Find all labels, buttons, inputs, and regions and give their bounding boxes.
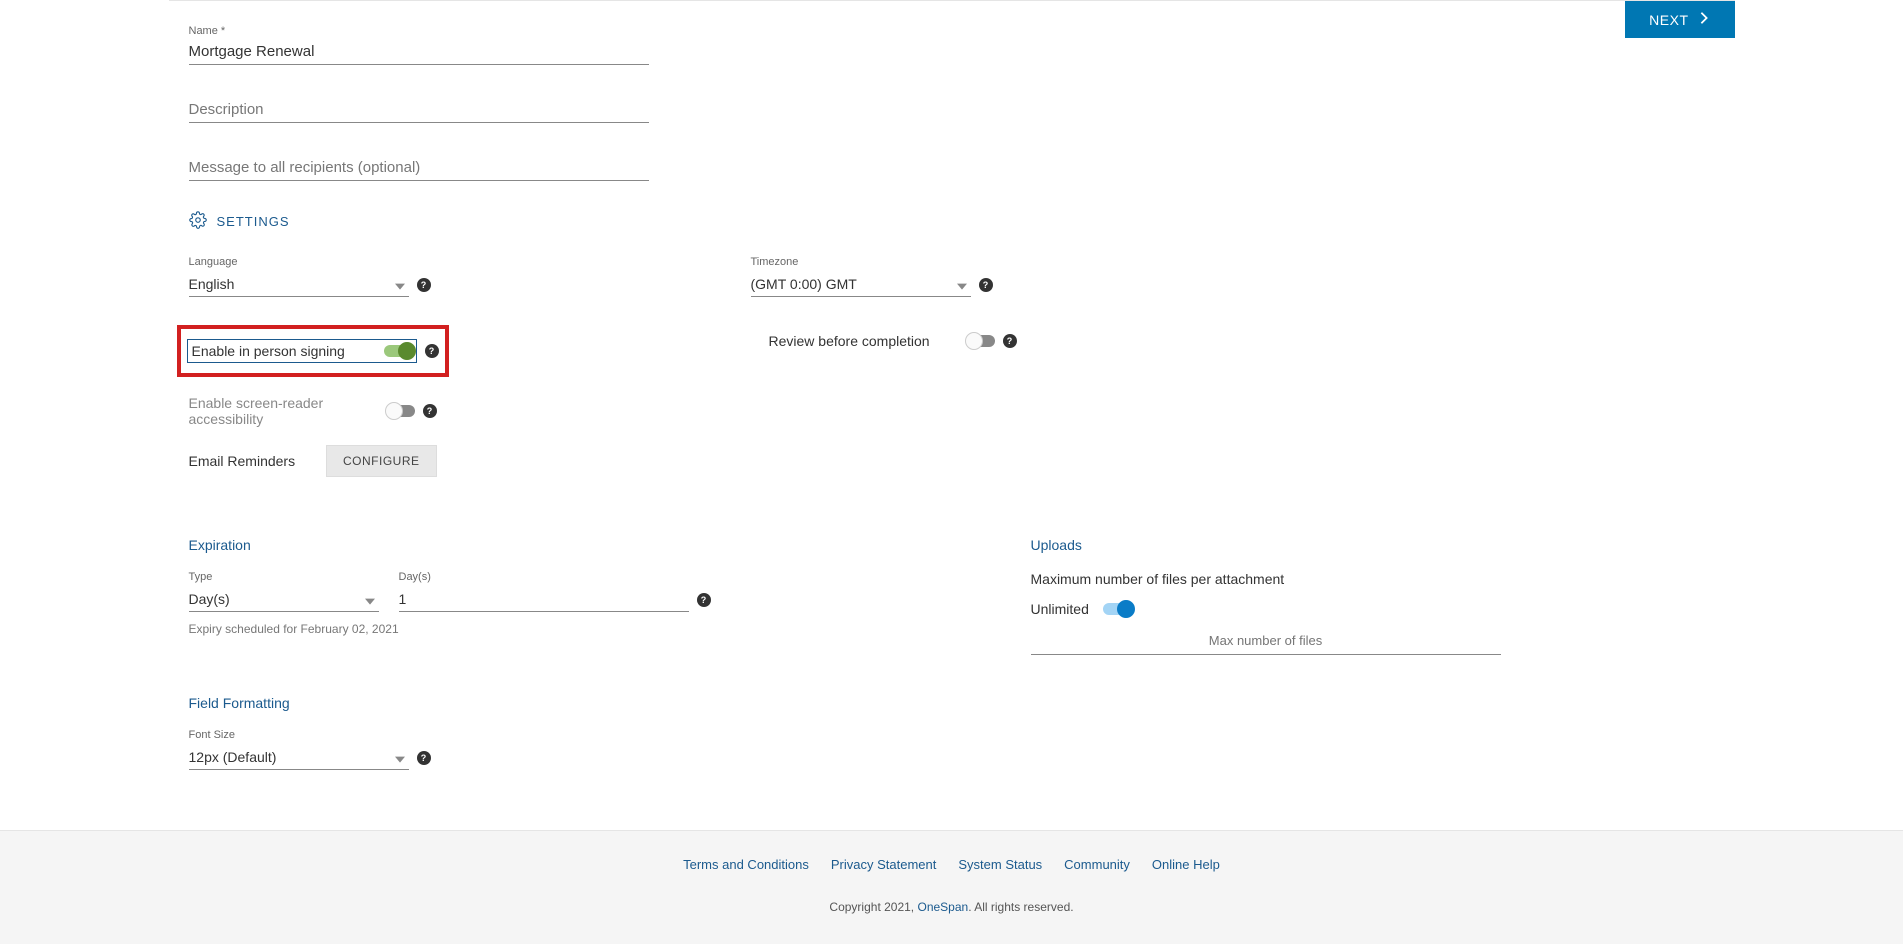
settings-header: SETTINGS: [189, 211, 1735, 232]
days-input[interactable]: [399, 587, 689, 612]
exp-type-select[interactable]: Day(s): [189, 587, 379, 612]
settings-title: SETTINGS: [217, 214, 290, 229]
exp-type-value: Day(s): [189, 587, 379, 612]
uploads-title: Uploads: [1031, 537, 1501, 553]
in-person-label: Enable in person signing: [192, 343, 345, 359]
next-button[interactable]: NEXT: [1625, 1, 1734, 38]
language-select[interactable]: English: [189, 272, 409, 297]
help-icon[interactable]: ?: [417, 751, 431, 765]
help-icon[interactable]: ?: [423, 404, 437, 418]
footer: Terms and Conditions Privacy Statement S…: [0, 830, 1903, 944]
screen-reader-label: Enable screen-reader accessibility: [189, 395, 387, 427]
description-input[interactable]: [189, 95, 649, 123]
screen-reader-row: Enable screen-reader accessibility ?: [189, 395, 437, 427]
language-label: Language: [189, 256, 431, 268]
unlimited-toggle[interactable]: [1103, 603, 1131, 615]
timezone-label: Timezone: [751, 256, 993, 268]
field-formatting-title: Field Formatting: [189, 695, 1735, 711]
chevron-right-icon: [1697, 11, 1711, 28]
review-before-toggle[interactable]: [967, 335, 995, 347]
help-icon[interactable]: ?: [979, 278, 993, 292]
font-size-select[interactable]: 12px (Default): [189, 745, 409, 770]
footer-link-privacy[interactable]: Privacy Statement: [831, 857, 937, 872]
message-input[interactable]: [189, 153, 649, 181]
in-person-toggle[interactable]: [384, 345, 412, 357]
max-files-label: Maximum number of files per attachment: [1031, 571, 1501, 587]
unlimited-label: Unlimited: [1031, 601, 1089, 617]
footer-link-status[interactable]: System Status: [958, 857, 1042, 872]
configure-button[interactable]: CONFIGURE: [326, 445, 437, 477]
help-icon[interactable]: ?: [697, 593, 711, 607]
gear-icon: [189, 211, 207, 232]
copyright: Copyright 2021, OneSpan. All rights rese…: [0, 900, 1903, 914]
footer-link-community[interactable]: Community: [1064, 857, 1130, 872]
next-label: NEXT: [1649, 12, 1688, 28]
language-value: English: [189, 272, 409, 297]
name-input[interactable]: [189, 37, 649, 65]
name-label: Name *: [189, 25, 1735, 37]
help-icon[interactable]: ?: [417, 278, 431, 292]
footer-brand-link[interactable]: OneSpan: [917, 900, 968, 914]
in-person-signing-row: Enable in person signing ?: [177, 325, 449, 377]
email-reminders-label: Email Reminders: [189, 453, 296, 469]
help-icon[interactable]: ?: [1003, 334, 1017, 348]
screen-reader-toggle[interactable]: [387, 405, 415, 417]
footer-link-help[interactable]: Online Help: [1152, 857, 1220, 872]
review-before-row: Review before completion ?: [769, 333, 1017, 349]
review-label: Review before completion: [769, 333, 930, 349]
font-size-label: Font Size: [189, 729, 1735, 741]
max-files-input[interactable]: [1031, 627, 1501, 655]
exp-type-label: Type: [189, 571, 379, 583]
font-size-value: 12px (Default): [189, 745, 409, 770]
days-label: Day(s): [399, 571, 711, 583]
help-icon[interactable]: ?: [425, 344, 439, 358]
expiry-schedule-text: Expiry scheduled for February 02, 2021: [189, 622, 711, 636]
email-reminders-row: Email Reminders CONFIGURE: [189, 445, 437, 477]
footer-link-terms[interactable]: Terms and Conditions: [683, 857, 809, 872]
expiration-title: Expiration: [189, 537, 711, 553]
timezone-select[interactable]: (GMT 0:00) GMT: [751, 272, 971, 297]
timezone-value: (GMT 0:00) GMT: [751, 272, 971, 297]
